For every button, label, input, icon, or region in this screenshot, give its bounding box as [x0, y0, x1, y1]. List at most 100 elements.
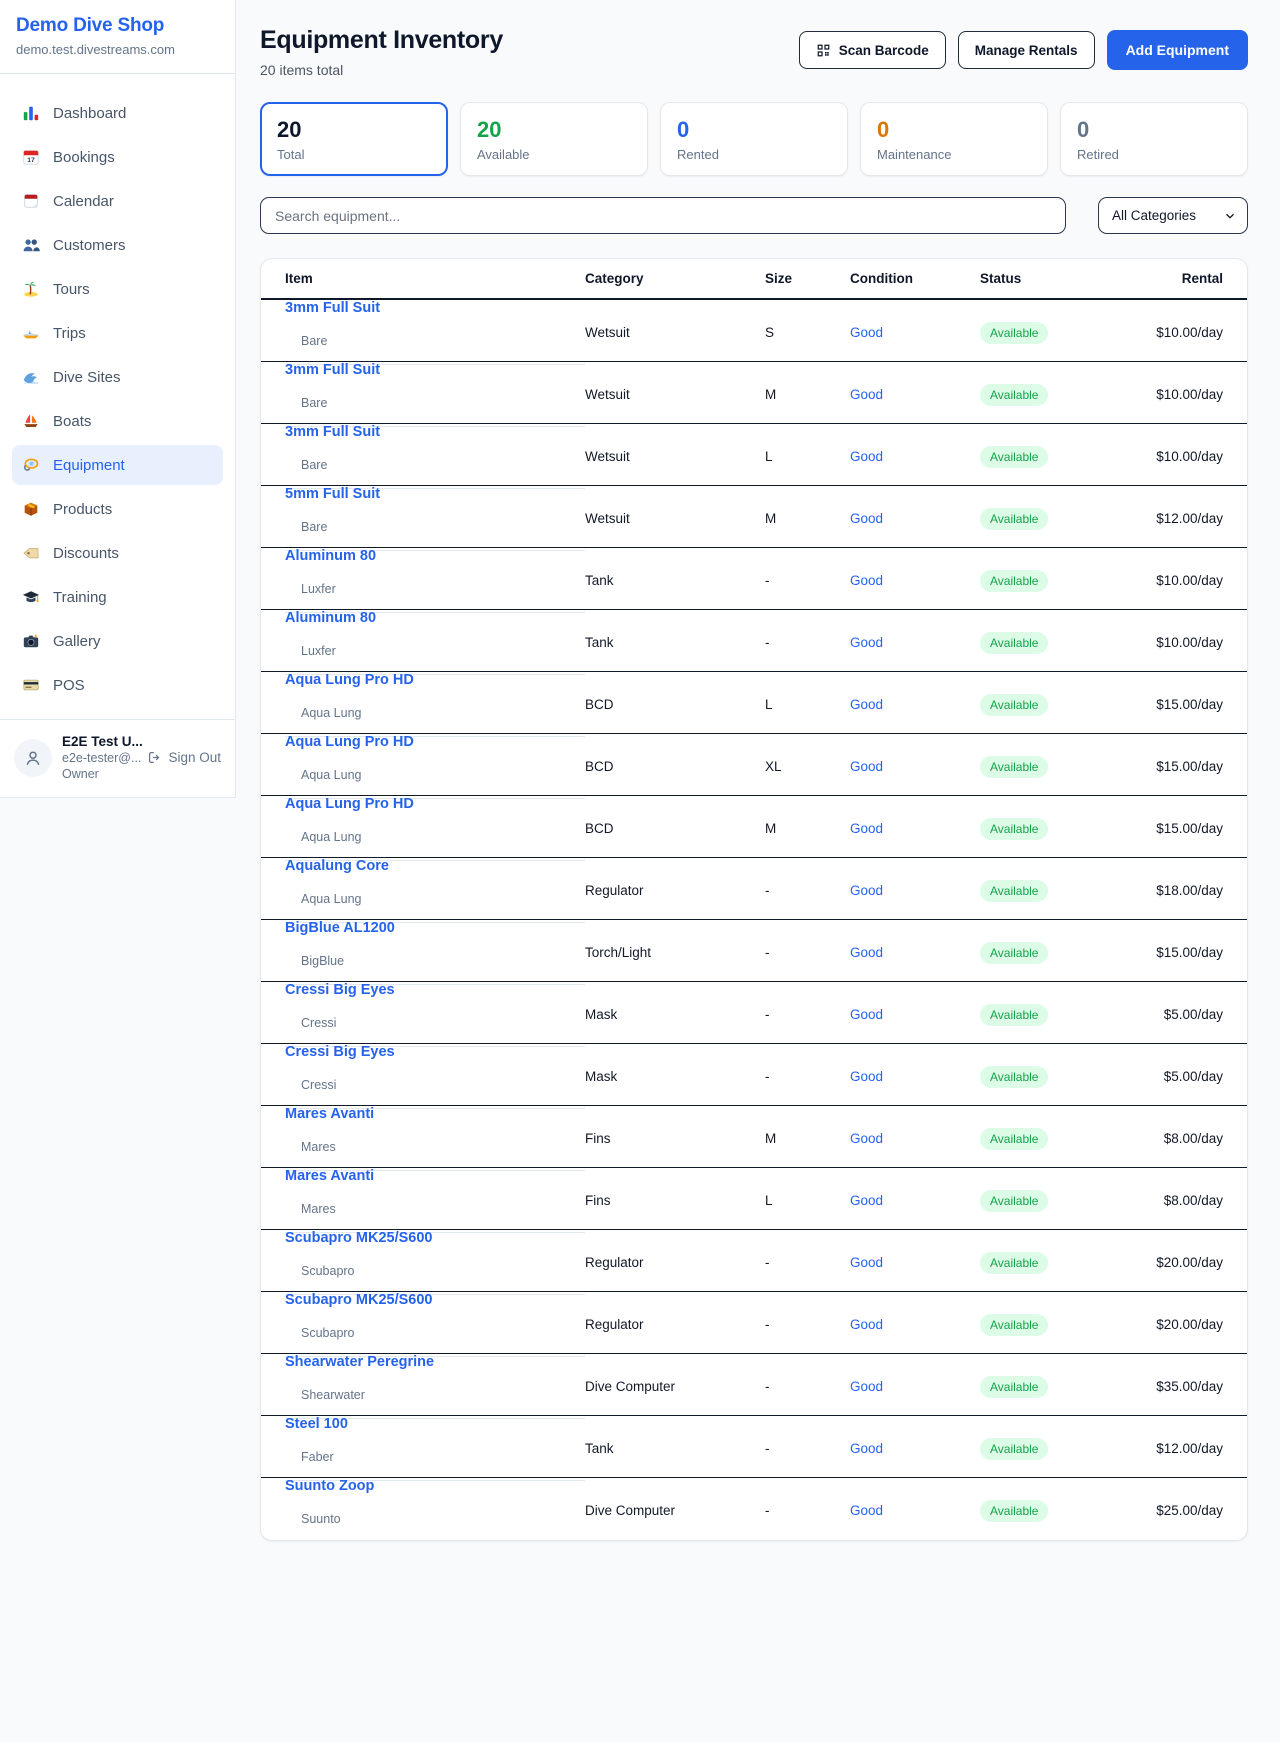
item-name-link[interactable]: BigBlue AL1200 [285, 920, 585, 936]
item-condition-link[interactable]: Good [850, 1193, 980, 1208]
sidebar-item-calendar[interactable]: Calendar [12, 181, 223, 221]
item-brand: Bare [285, 443, 585, 489]
manage-rentals-button[interactable]: Manage Rentals [958, 31, 1095, 69]
item-name-link[interactable]: Steel 100 [285, 1416, 585, 1432]
item-condition-link[interactable]: Good [850, 573, 980, 588]
stat-card-total[interactable]: 20 Total [260, 102, 448, 176]
search-input[interactable] [260, 197, 1066, 234]
item-size: M [765, 511, 850, 526]
sidebar-item-bookings[interactable]: 17 Bookings [12, 137, 223, 177]
item-condition-link[interactable]: Good [850, 1379, 980, 1394]
item-cell: 3mm Full Suit Bare [285, 362, 585, 427]
status-badge: Available [980, 1314, 1048, 1336]
item-condition-link[interactable]: Good [850, 1007, 980, 1022]
item-brand: Aqua Lung [285, 815, 585, 861]
item-condition-link[interactable]: Good [850, 1131, 980, 1146]
item-name-link[interactable]: Mares Avanti [285, 1106, 585, 1122]
stat-card-available[interactable]: 20 Available [460, 102, 648, 176]
sidebar-item-dive-sites[interactable]: Dive Sites [12, 357, 223, 397]
item-category: Dive Computer [585, 1379, 765, 1394]
item-name-link[interactable]: Suunto Zoop [285, 1478, 585, 1494]
item-condition-link[interactable]: Good [850, 821, 980, 836]
sidebar-item-trips[interactable]: Trips [12, 313, 223, 353]
sidebar-item-pos[interactable]: POS [12, 665, 223, 705]
item-condition-link[interactable]: Good [850, 387, 980, 402]
item-rental: $15.00/day [1142, 697, 1223, 712]
scan-barcode-button[interactable]: Scan Barcode [799, 31, 946, 69]
item-condition-link[interactable]: Good [850, 1503, 980, 1518]
sidebar-item-tours[interactable]: Tours [12, 269, 223, 309]
sidebar-item-training[interactable]: Training [12, 577, 223, 617]
item-name-link[interactable]: Cressi Big Eyes [285, 982, 585, 998]
item-condition-link[interactable]: Good [850, 511, 980, 526]
stat-card-retired[interactable]: 0 Retired [1060, 102, 1248, 176]
item-size: M [765, 1131, 850, 1146]
sidebar-item-equipment[interactable]: Equipment [12, 445, 223, 485]
item-condition-link[interactable]: Good [850, 1317, 980, 1332]
sidebar-item-gallery[interactable]: Gallery [12, 621, 223, 661]
category-filter-value: All Categories [1112, 208, 1196, 223]
item-category: Wetsuit [585, 511, 765, 526]
category-filter-select[interactable]: All Categories [1098, 197, 1248, 234]
item-condition-link[interactable]: Good [850, 883, 980, 898]
item-condition-link[interactable]: Good [850, 1255, 980, 1270]
sidebar-item-customers[interactable]: Customers [12, 225, 223, 265]
item-condition-link[interactable]: Good [850, 449, 980, 464]
item-condition-link[interactable]: Good [850, 945, 980, 960]
stat-card-maintenance[interactable]: 0 Maintenance [860, 102, 1048, 176]
item-cell: Shearwater Peregrine Shearwater [285, 1354, 585, 1419]
item-name-link[interactable]: Aqua Lung Pro HD [285, 796, 585, 812]
item-name-link[interactable]: 3mm Full Suit [285, 362, 585, 378]
item-category: BCD [585, 759, 765, 774]
status-badge: Available [980, 632, 1048, 654]
item-brand: Suunto [285, 1497, 585, 1541]
table-row-aluminum-80: Aluminum 80 Luxfer Tank - Good Available… [261, 548, 1247, 610]
table-row-3mm-full-suit: 3mm Full Suit Bare Wetsuit S Good Availa… [261, 300, 1247, 362]
item-condition-link[interactable]: Good [850, 759, 980, 774]
item-condition-link[interactable]: Good [850, 635, 980, 650]
sidebar-item-label: Bookings [53, 149, 115, 166]
status-cell: Available [980, 384, 1142, 406]
item-cell: Aqualung Core Aqua Lung [285, 858, 585, 923]
item-condition-link[interactable]: Good [850, 1069, 980, 1084]
sidebar-item-products[interactable]: Products [12, 489, 223, 529]
item-size: - [765, 1007, 850, 1022]
page-header: Equipment Inventory 20 items total Scan … [260, 26, 1248, 78]
sign-out-button[interactable]: Sign Out [147, 750, 221, 765]
item-category: Tank [585, 635, 765, 650]
item-name-link[interactable]: 3mm Full Suit [285, 424, 585, 440]
user-role: Owner [62, 767, 137, 781]
add-equipment-label: Add Equipment [1126, 42, 1229, 58]
item-name-link[interactable]: Aqualung Core [285, 858, 585, 874]
item-condition-link[interactable]: Good [850, 1441, 980, 1456]
item-name-link[interactable]: Aqua Lung Pro HD [285, 672, 585, 688]
item-name-link[interactable]: 5mm Full Suit [285, 486, 585, 502]
item-condition-link[interactable]: Good [850, 325, 980, 340]
item-name-link[interactable]: Cressi Big Eyes [285, 1044, 585, 1060]
item-name-link[interactable]: Shearwater Peregrine [285, 1354, 585, 1370]
sidebar-item-label: Discounts [53, 545, 119, 562]
table-row-scubapro-mk25-s600: Scubapro MK25/S600 Scubapro Regulator - … [261, 1292, 1247, 1354]
stat-card-rented[interactable]: 0 Rented [660, 102, 848, 176]
avatar [14, 739, 52, 777]
shop-name[interactable]: Demo Dive Shop [16, 15, 219, 37]
sidebar-item-discounts[interactable]: Discounts [12, 533, 223, 573]
item-name-link[interactable]: Scubapro MK25/S600 [285, 1292, 585, 1308]
bar-chart-icon [22, 104, 40, 122]
item-name-link[interactable]: Aqua Lung Pro HD [285, 734, 585, 750]
sidebar-item-boats[interactable]: Boats [12, 401, 223, 441]
table-header-row: Item Category Size Condition Status Rent… [261, 259, 1247, 300]
table-row-aqua-lung-pro-hd: Aqua Lung Pro HD Aqua Lung BCD M Good Av… [261, 796, 1247, 858]
item-name-link[interactable]: Scubapro MK25/S600 [285, 1230, 585, 1246]
item-category: Tank [585, 573, 765, 588]
item-name-link[interactable]: 3mm Full Suit [285, 300, 585, 316]
add-equipment-button[interactable]: Add Equipment [1107, 30, 1248, 70]
item-name-link[interactable]: Mares Avanti [285, 1168, 585, 1184]
item-condition-link[interactable]: Good [850, 697, 980, 712]
header-actions: Scan Barcode Manage Rentals Add Equipmen… [799, 30, 1248, 70]
item-brand: Aqua Lung [285, 753, 585, 799]
item-name-link[interactable]: Aluminum 80 [285, 610, 585, 626]
item-brand: Cressi [285, 1063, 585, 1109]
sidebar-item-dashboard[interactable]: Dashboard [12, 93, 223, 133]
item-name-link[interactable]: Aluminum 80 [285, 548, 585, 564]
